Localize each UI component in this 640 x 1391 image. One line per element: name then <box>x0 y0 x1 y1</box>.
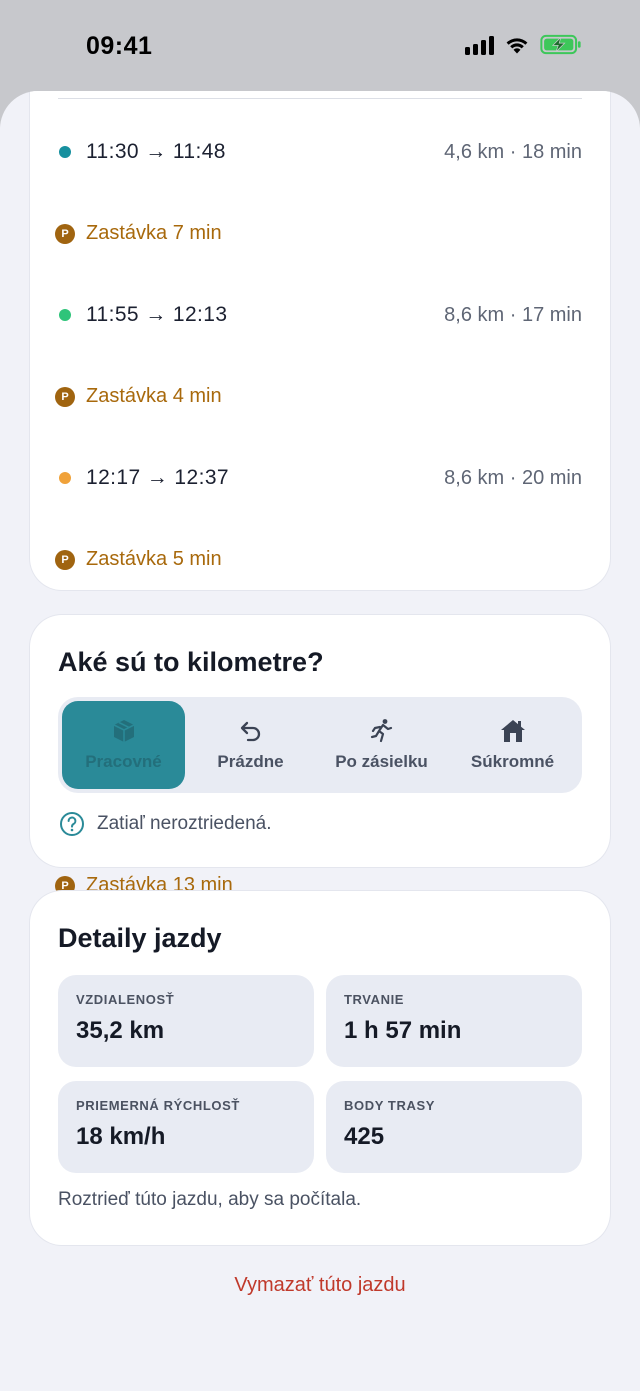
segment-row[interactable]: 11:30 → 11:48 4,6 km · 18 min <box>58 132 582 172</box>
parking-icon: P <box>55 386 75 407</box>
segment-color-dot <box>59 309 71 321</box>
trip-segments-card: 11:30 → 11:48 4,6 km · 18 min P Zastávka 7 … <box>30 91 610 978</box>
segment-stats: 8,6 km · 20 min <box>444 466 582 489</box>
cellular-signal-icon <box>465 35 494 55</box>
category-option-prazdne[interactable]: Prázdne <box>185 701 316 789</box>
stop-row: P Zastávka 4 min <box>55 377 582 417</box>
stop-row: P Zastávka 7 min <box>55 214 582 254</box>
tile-value: 35,2 km <box>76 1017 165 1044</box>
category-option-label: Súkromné <box>470 752 555 771</box>
status-bar: 09:41 <box>0 0 640 92</box>
tile-label: TRVANIE <box>344 992 405 1007</box>
category-option-po-zasielku[interactable]: Po zásielku <box>316 701 447 789</box>
segment-time: 12:17 → 12:37 <box>86 466 229 489</box>
details-title: Detaily jazdy <box>58 923 222 953</box>
tile-label: PRIEMERNÁ RÝCHLOSŤ <box>76 1098 240 1113</box>
wifi-icon <box>506 37 528 53</box>
category-option-label: Pracovné <box>85 752 162 771</box>
category-option-label: Po zásielku <box>335 752 428 771</box>
category-card: Aké sú to kilometre? Pracovné Prázdne Po… <box>30 615 610 867</box>
running-person-icon <box>370 719 392 743</box>
battery-charging-icon <box>540 34 581 55</box>
house-icon <box>500 720 525 742</box>
question-circle-icon[interactable] <box>59 811 85 837</box>
box-icon <box>113 720 134 742</box>
segment-color-dot <box>59 146 71 158</box>
stop-label: Zastávka 4 min <box>86 385 222 407</box>
duration-tile: TRVANIE 1 h 57 min <box>326 975 582 1067</box>
details-note: Roztrieď túto jazdu, aby sa počítala. <box>58 1189 362 1210</box>
stop-label: Zastávka 5 min <box>86 548 222 570</box>
category-hint: Zatiaľ neroztriedená. <box>59 811 272 837</box>
return-arrow-icon <box>240 721 260 742</box>
tile-label: VZDIALENOSŤ <box>76 992 175 1007</box>
delete-trip-button[interactable]: Vymazať túto jazdu <box>0 1274 640 1297</box>
distance-tile: VZDIALENOSŤ 35,2 km <box>58 975 314 1067</box>
divider <box>58 98 582 99</box>
average-speed-tile: PRIEMERNÁ RÝCHLOSŤ 18 km/h <box>58 1081 314 1173</box>
segment-time: 11:30 → 11:48 <box>86 140 226 163</box>
stop-label: Zastávka 7 min <box>86 222 222 244</box>
tile-value: 425 <box>344 1123 385 1150</box>
segment-color-dot <box>59 472 71 484</box>
segment-row[interactable]: 12:17 → 12:37 8,6 km · 20 min <box>58 458 582 498</box>
category-hint-text: Zatiaľ neroztriedená. <box>97 813 272 834</box>
tile-value: 1 h 57 min <box>344 1017 462 1044</box>
parking-icon: P <box>55 223 75 244</box>
status-icons <box>465 34 582 55</box>
category-option-pracovne[interactable]: Pracovné <box>62 701 185 789</box>
trip-detail-sheet[interactable]: 11:30 → 11:48 4,6 km · 18 min P Zastávka 7 … <box>0 91 640 1391</box>
tile-value: 18 km/h <box>76 1123 166 1150</box>
category-option-sukromne[interactable]: Súkromné <box>447 701 578 789</box>
trip-details-card: Detaily jazdy VZDIALENOSŤ 35,2 km TRVANI… <box>30 891 610 1245</box>
segment-stats: 4,6 km · 18 min <box>444 140 582 163</box>
category-option-label: Prázdne <box>217 752 284 771</box>
stop-row: P Zastávka 5 min <box>55 540 582 580</box>
segment-row[interactable]: 11:55 → 12:13 8,6 km · 17 min <box>58 295 582 335</box>
status-time: 09:41 <box>86 32 153 60</box>
parking-icon: P <box>55 549 75 570</box>
category-selector: Pracovné Prázdne Po zásielku Súkromné <box>58 697 582 793</box>
route-points-tile: BODY TRASY 425 <box>326 1081 582 1173</box>
category-title: Aké sú to kilometre? <box>58 647 324 677</box>
segment-stats: 8,6 km · 17 min <box>444 303 582 326</box>
segment-time: 11:55 → 12:13 <box>86 303 228 326</box>
tile-label: BODY TRASY <box>344 1098 435 1113</box>
